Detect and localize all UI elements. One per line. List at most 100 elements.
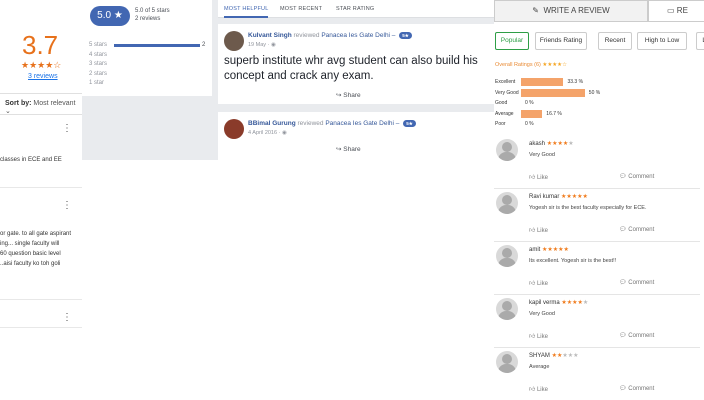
avatar-head: [502, 301, 512, 311]
like-button[interactable]: 👍︎ Like: [529, 173, 548, 181]
distribution-bar-fill: [114, 44, 200, 47]
post-date: 4 April 2016 · ◉: [248, 130, 287, 136]
reviewer-line: amit ★★★★★: [529, 246, 569, 253]
breakdown-label: Excellent: [495, 79, 516, 85]
distribution-label: 3 stars: [89, 61, 108, 67]
read-reviews-button[interactable]: ▭ RE: [648, 0, 704, 22]
like-button[interactable]: 👍︎ Like: [529, 332, 548, 340]
avatar[interactable]: [224, 31, 244, 51]
sort-dropdown[interactable]: Sort by: Most relevant ⌄: [5, 100, 82, 115]
like-button[interactable]: 👍︎ Like: [529, 385, 548, 393]
reviewer-name[interactable]: kapil verma: [529, 300, 560, 306]
more-options-icon[interactable]: ⋮: [62, 124, 72, 134]
filter-low-to-high[interactable]: Lo: [696, 32, 704, 50]
avatar-body: [498, 364, 516, 373]
author-name[interactable]: Kulvant Singh: [248, 32, 292, 39]
avatar[interactable]: [496, 351, 518, 373]
globe-icon: ◉: [281, 130, 287, 136]
comment-icon: 💬︎: [619, 333, 627, 339]
avatar[interactable]: [496, 139, 518, 161]
review-text: Very Good: [529, 152, 555, 158]
score-badge: 5.0 ★: [90, 6, 130, 26]
pencil-icon: ✎: [532, 6, 539, 15]
page-link[interactable]: Panacea Ies Gate Delhi –: [325, 120, 399, 127]
comment-button[interactable]: 💬︎ Comment: [619, 332, 654, 339]
distribution-label: 4 stars: [89, 51, 108, 58]
filter-popular[interactable]: Popular: [495, 32, 529, 50]
comment-button[interactable]: 💬︎ Comment: [619, 226, 654, 233]
review-count: 2 reviews: [135, 16, 161, 22]
reviews-count-link[interactable]: 3 reviews: [28, 73, 58, 80]
rating-badge: 5★: [399, 32, 412, 39]
review-snippet-line: ing... single faculty will: [0, 241, 60, 247]
tab-most-recent[interactable]: Most Recent: [280, 0, 322, 18]
more-options-icon[interactable]: ⋮: [62, 201, 72, 211]
action-buttons: ✎ WRITE A REVIEW ▭ RE: [494, 0, 704, 22]
reviewer-name[interactable]: akash: [529, 141, 545, 147]
overall-label: Overall Ratings (6): [495, 62, 541, 68]
author-name[interactable]: BBimal Gurung: [248, 120, 296, 127]
distribution-label: 2 stars: [89, 70, 108, 77]
comment-button[interactable]: 💬︎ Comment: [619, 279, 654, 286]
page-link[interactable]: Panacea Ies Gate Delhi –: [321, 32, 395, 39]
site-reviews-panel: ✎ WRITE A REVIEW ▭ RE Popular Friends Ra…: [494, 0, 704, 400]
breakdown-label: Average: [495, 110, 514, 117]
post-body: superb institute whr avg student can als…: [224, 55, 478, 82]
avatar-body: [498, 258, 516, 267]
review-card: ⋮: [0, 300, 82, 328]
reviewer-stars: ★★★★★: [561, 300, 589, 306]
filter-high-to-low[interactable]: High to Low: [637, 32, 687, 50]
avatar[interactable]: [496, 245, 518, 267]
review-item: kapil verma ★★★★★ Very Good 👍︎ Like 💬︎ Comm…: [494, 295, 700, 348]
review-card: ⋮ or gate. to all gate aspirant ing... s…: [0, 188, 82, 300]
review-text: Very Good: [529, 311, 555, 317]
filter-friends-rating[interactable]: Friends Rating: [535, 32, 587, 50]
post-date: 19 May · ◉: [248, 42, 276, 48]
filter-recent[interactable]: Recent: [598, 32, 632, 50]
comment-button[interactable]: 💬︎ Comment: [619, 173, 654, 180]
avatar-head: [502, 195, 512, 205]
like-button[interactable]: 👍︎ Like: [529, 226, 548, 234]
like-button[interactable]: 👍︎ Like: [529, 279, 548, 287]
avatar[interactable]: [224, 119, 244, 139]
score-text: 5.0 of 5 stars: [135, 8, 170, 14]
review-item: akash ★★★★★ Very Good 👍︎ Like 💬︎ Comment: [494, 136, 700, 189]
overall-stars: ★★★★☆: [542, 62, 568, 68]
thumbs-up-icon: 👍︎: [529, 175, 536, 181]
comment-button[interactable]: 💬︎ Comment: [619, 385, 654, 392]
reviewer-name[interactable]: SHYAM: [529, 353, 550, 359]
breakdown-percent: 0 %: [525, 121, 534, 127]
thumbs-up-icon: 👍︎: [529, 334, 536, 340]
avatar-head: [502, 248, 512, 258]
thumbs-up-icon: 👍︎: [529, 387, 536, 393]
breakdown-percent: 0 %: [525, 100, 534, 106]
breakdown-percent: 50 %: [588, 89, 601, 96]
reviewer-name[interactable]: amit: [529, 247, 540, 253]
avatar[interactable]: [496, 298, 518, 320]
share-button[interactable]: ↪ Share: [336, 145, 361, 153]
post-header: Kulvant Singh reviewed Panacea Ies Gate …: [248, 32, 412, 39]
rating-stars: ★★★★☆: [21, 60, 62, 70]
tab-most-helpful[interactable]: Most Helpful: [224, 0, 269, 18]
tab-star-rating[interactable]: Star Rating: [336, 0, 374, 18]
breakdown-label: Good: [495, 100, 508, 106]
google-reviews-panel: 3.7 ★★★★☆ 3 reviews Sort by: Most releva…: [0, 0, 82, 400]
review-item: SHYAM ★★★★★ Average 👍︎ Like 💬︎ Comment: [494, 348, 700, 400]
write-review-button[interactable]: ✎ WRITE A REVIEW: [494, 0, 648, 22]
more-options-icon[interactable]: ⋮: [62, 313, 72, 323]
comment-icon: 💬︎: [619, 174, 627, 180]
breakdown-percent: 33.3 %: [567, 79, 584, 85]
distribution-label: 1 star: [89, 80, 105, 86]
review-snippet-line: ..aisi faculty ko toh goli: [0, 261, 61, 267]
reviewer-line: akash ★★★★★: [529, 140, 574, 147]
share-button[interactable]: ↪ Share: [336, 91, 361, 99]
breakdown-bar: [521, 88, 585, 97]
review-snippet-line: or gate. to all gate aspirant: [0, 231, 72, 237]
avatar-body: [498, 152, 516, 161]
breakdown-label: Poor: [495, 121, 506, 127]
reviewer-name[interactable]: Ravi kumar: [529, 194, 559, 200]
review-post: Kulvant Singh reviewed Panacea Ies Gate …: [218, 24, 494, 104]
reviewer-stars: ★★★★★: [551, 353, 579, 359]
thumbs-up-icon: 👍︎: [529, 228, 536, 234]
avatar[interactable]: [496, 192, 518, 214]
